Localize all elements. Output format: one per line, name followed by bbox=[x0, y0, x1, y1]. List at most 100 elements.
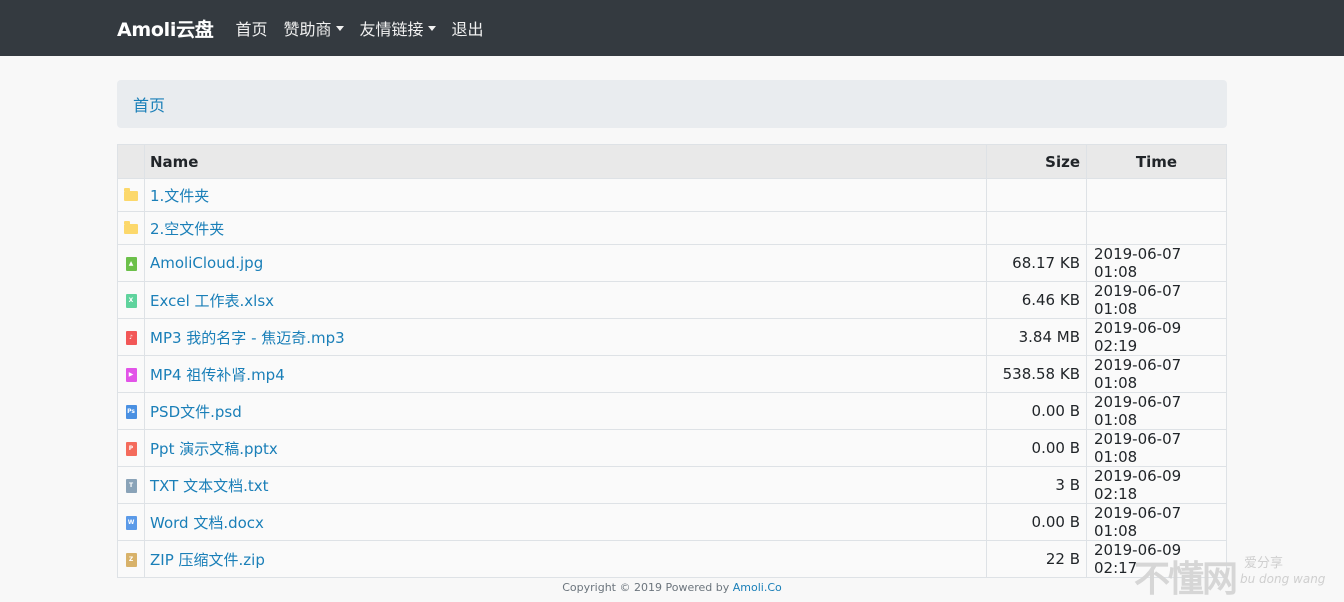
audio-file-icon: ♪ bbox=[125, 330, 137, 345]
row-size-cell: 22 B bbox=[986, 540, 1087, 578]
watermark-logo: 不懂网 爱分享 bu dong wang bbox=[1134, 548, 1339, 600]
watermark-main: 不懂网 bbox=[1134, 559, 1238, 600]
row-time-cell bbox=[1086, 211, 1227, 245]
row-size-cell: 0.00 B bbox=[986, 392, 1087, 430]
breadcrumb: 首页 bbox=[117, 80, 1227, 128]
folder-icon bbox=[124, 220, 138, 234]
row-size-cell: 0.00 B bbox=[986, 503, 1087, 541]
nav-home-label: 首页 bbox=[235, 20, 268, 39]
nav-links-label: 友情链接 bbox=[359, 20, 424, 39]
header-time[interactable]: Time bbox=[1086, 144, 1227, 179]
row-time-cell: 2019-06-07 01:08 bbox=[1086, 503, 1227, 541]
row-size-cell: 6.46 KB bbox=[986, 281, 1087, 319]
file-link[interactable]: 1.文件夹 bbox=[150, 187, 209, 205]
file-link[interactable]: MP4 祖传补肾.mp4 bbox=[150, 366, 285, 384]
row-size-cell bbox=[986, 211, 1087, 245]
row-name-cell: PSD文件.psd bbox=[144, 392, 987, 430]
file-link[interactable]: AmoliCloud.jpg bbox=[150, 254, 263, 272]
footer-text: Copyright © 2019 Powered by bbox=[562, 581, 733, 594]
row-name-cell: TXT 文本文档.txt bbox=[144, 466, 987, 504]
header-icon-cell bbox=[117, 144, 145, 179]
row-name-cell: ZIP 压缩文件.zip bbox=[144, 540, 987, 578]
table-row[interactable]: X Excel 工作表.xlsx 6.46 KB 2019-06-07 01:08 bbox=[117, 281, 1227, 319]
file-link[interactable]: 2.空文件夹 bbox=[150, 220, 224, 238]
table-row[interactable]: T TXT 文本文档.txt 3 B 2019-06-09 02:18 bbox=[117, 466, 1227, 504]
row-time-cell: 2019-06-07 01:08 bbox=[1086, 392, 1227, 430]
file-link[interactable]: MP3 我的名字 - 焦迈奇.mp3 bbox=[150, 329, 345, 347]
file-link[interactable]: Excel 工作表.xlsx bbox=[150, 292, 274, 310]
header-size[interactable]: Size bbox=[986, 144, 1087, 179]
table-row[interactable]: W Word 文档.docx 0.00 B 2019-06-07 01:08 bbox=[117, 503, 1227, 541]
file-link[interactable]: Word 文档.docx bbox=[150, 514, 264, 532]
nav-sponsors-label: 赞助商 bbox=[283, 20, 332, 39]
row-time-cell: 2019-06-07 01:08 bbox=[1086, 281, 1227, 319]
ppt-file-icon: P bbox=[125, 441, 137, 456]
file-link[interactable]: ZIP 压缩文件.zip bbox=[150, 551, 265, 569]
row-icon-cell: Ps bbox=[117, 392, 145, 430]
row-icon-cell: W bbox=[117, 503, 145, 541]
video-file-icon: ▶ bbox=[125, 367, 137, 382]
breadcrumb-home[interactable]: 首页 bbox=[133, 92, 165, 116]
row-name-cell: 1.文件夹 bbox=[144, 178, 987, 212]
table-row[interactable]: Z ZIP 压缩文件.zip 22 B 2019-06-09 02:17 bbox=[117, 540, 1227, 578]
image-file-icon: ▲ bbox=[125, 256, 137, 271]
nav-home[interactable]: 首页 bbox=[235, 16, 267, 40]
table-row[interactable]: 2.空文件夹 bbox=[117, 211, 1227, 245]
row-name-cell: 2.空文件夹 bbox=[144, 211, 987, 245]
file-link[interactable]: Ppt 演示文稿.pptx bbox=[150, 440, 278, 458]
row-name-cell: Ppt 演示文稿.pptx bbox=[144, 429, 987, 467]
file-table: Name Size Time 1.文件夹 2.空文件夹 ▲ AmoliCloud.jp… bbox=[117, 144, 1227, 578]
row-size-cell: 538.58 KB bbox=[986, 355, 1087, 393]
row-time-cell: 2019-06-09 02:19 bbox=[1086, 318, 1227, 356]
watermark-bottom: bu dong wang bbox=[1240, 572, 1326, 586]
table-row[interactable]: ♪ MP3 我的名字 - 焦迈奇.mp3 3.84 MB 2019-06-09 02:… bbox=[117, 318, 1227, 356]
row-name-cell: MP3 我的名字 - 焦迈奇.mp3 bbox=[144, 318, 987, 356]
row-icon-cell: P bbox=[117, 429, 145, 467]
row-icon-cell: ▶ bbox=[117, 355, 145, 393]
table-row[interactable]: P Ppt 演示文稿.pptx 0.00 B 2019-06-07 01:08 bbox=[117, 429, 1227, 467]
row-size-cell bbox=[986, 178, 1087, 212]
brand-logo[interactable]: Amoli云盘 bbox=[117, 15, 214, 42]
row-size-cell: 68.17 KB bbox=[986, 244, 1087, 282]
row-name-cell: Excel 工作表.xlsx bbox=[144, 281, 987, 319]
row-size-cell: 3 B bbox=[986, 466, 1087, 504]
row-icon-cell: Z bbox=[117, 540, 145, 578]
table-row[interactable]: ▶ MP4 祖传补肾.mp4 538.58 KB 2019-06-07 01:08 bbox=[117, 355, 1227, 393]
caret-down-icon bbox=[427, 25, 436, 31]
row-icon-cell: ▲ bbox=[117, 244, 145, 282]
table-header-row: Name Size Time bbox=[117, 144, 1227, 179]
row-icon-cell bbox=[117, 178, 145, 212]
word-file-icon: W bbox=[125, 515, 137, 530]
navbar: Amoli云盘 首页 赞助商 友情链接 退出 bbox=[0, 0, 1344, 56]
row-size-cell: 3.84 MB bbox=[986, 318, 1087, 356]
table-row[interactable]: Ps PSD文件.psd 0.00 B 2019-06-07 01:08 bbox=[117, 392, 1227, 430]
caret-down-icon bbox=[335, 25, 344, 31]
text-file-icon: T bbox=[125, 478, 137, 493]
zip-file-icon: Z bbox=[125, 552, 137, 567]
psd-file-icon: Ps bbox=[125, 404, 137, 419]
row-time-cell: 2019-06-07 01:08 bbox=[1086, 429, 1227, 467]
footer-link[interactable]: Amoli.Co bbox=[733, 581, 782, 594]
nav-sponsors-dropdown[interactable]: 赞助商 bbox=[284, 16, 344, 40]
table-row[interactable]: ▲ AmoliCloud.jpg 68.17 KB 2019-06-07 01:08 bbox=[117, 244, 1227, 282]
file-link[interactable]: TXT 文本文档.txt bbox=[150, 477, 269, 495]
folder-icon bbox=[124, 187, 138, 201]
row-icon-cell: ♪ bbox=[117, 318, 145, 356]
watermark-top: 爱分享 bbox=[1244, 556, 1284, 571]
row-size-cell: 0.00 B bbox=[986, 429, 1087, 467]
row-icon-cell bbox=[117, 211, 145, 245]
nav-logout[interactable]: 退出 bbox=[452, 16, 484, 40]
row-icon-cell: T bbox=[117, 466, 145, 504]
row-time-cell: 2019-06-07 01:08 bbox=[1086, 355, 1227, 393]
nav-links-dropdown[interactable]: 友情链接 bbox=[360, 16, 436, 40]
table-row[interactable]: 1.文件夹 bbox=[117, 178, 1227, 212]
row-name-cell: Word 文档.docx bbox=[144, 503, 987, 541]
header-name[interactable]: Name bbox=[144, 144, 987, 179]
row-time-cell: 2019-06-07 01:08 bbox=[1086, 244, 1227, 282]
file-link[interactable]: PSD文件.psd bbox=[150, 403, 242, 421]
row-name-cell: AmoliCloud.jpg bbox=[144, 244, 987, 282]
row-name-cell: MP4 祖传补肾.mp4 bbox=[144, 355, 987, 393]
row-icon-cell: X bbox=[117, 281, 145, 319]
row-time-cell: 2019-06-09 02:18 bbox=[1086, 466, 1227, 504]
row-time-cell bbox=[1086, 178, 1227, 212]
